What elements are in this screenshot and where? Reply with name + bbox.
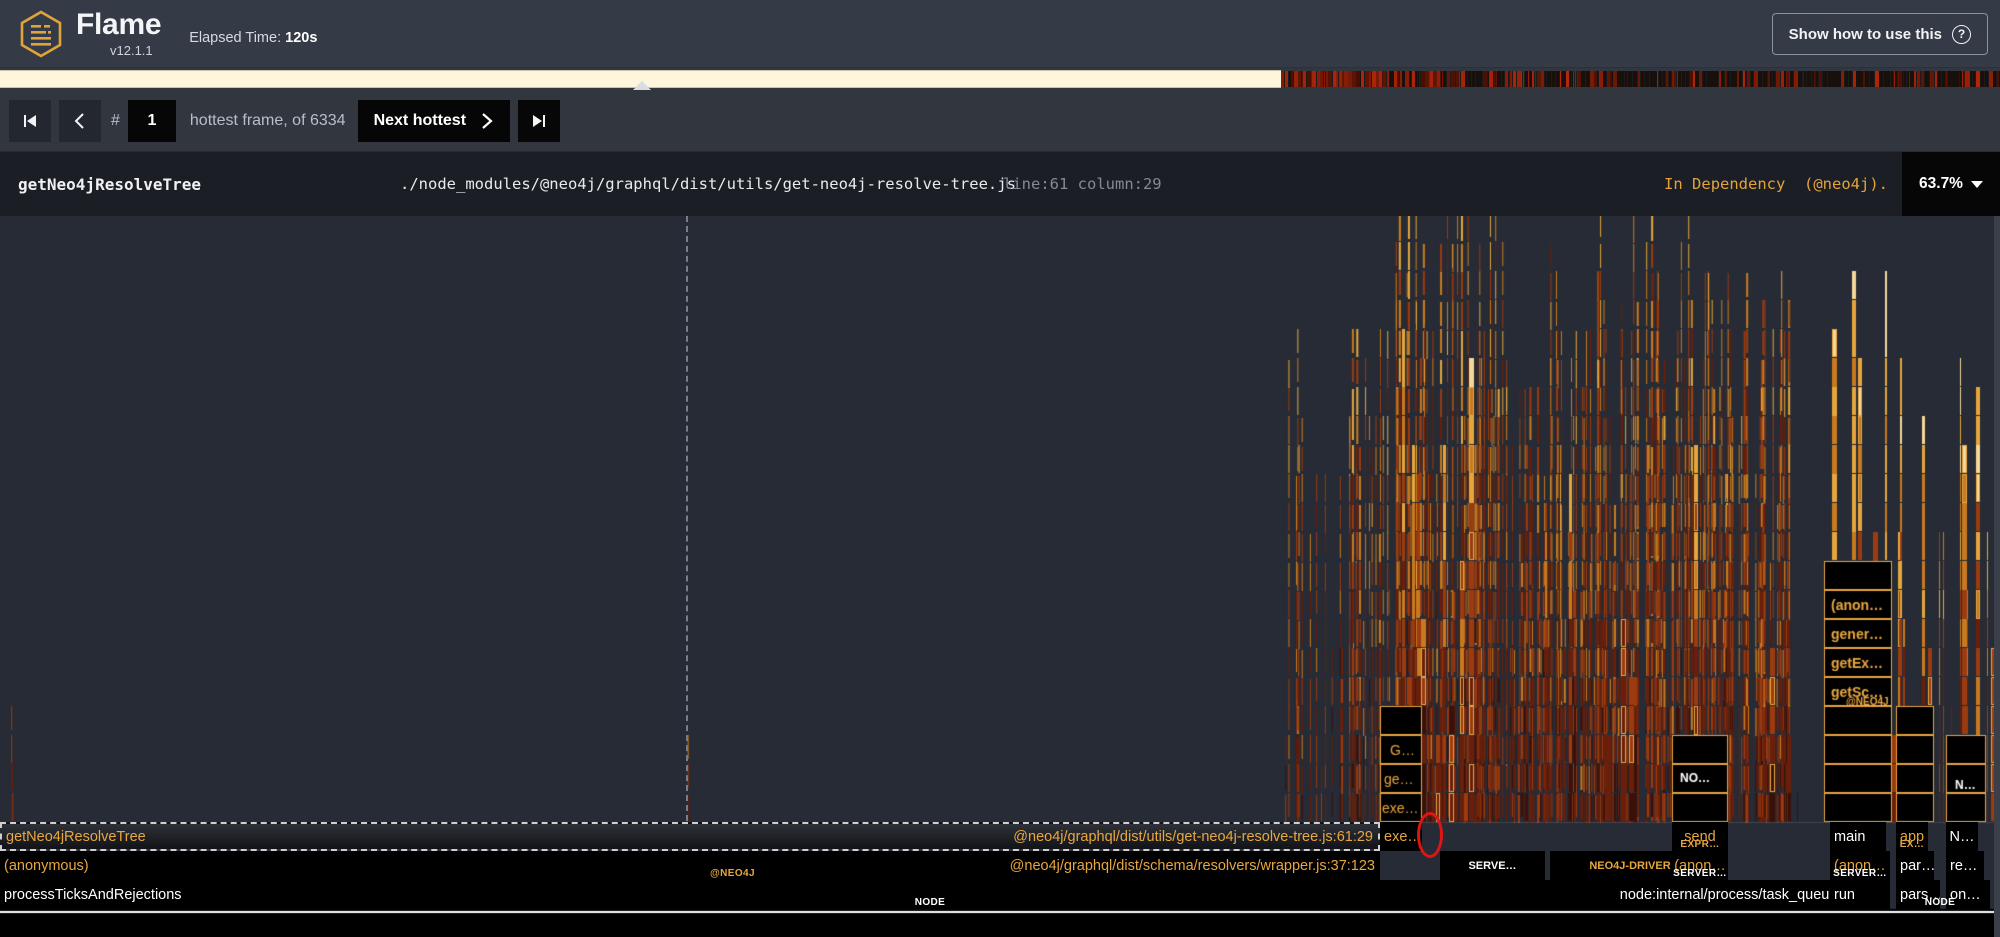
right-frame-label: SERVE… — [1468, 859, 1517, 872]
node-category-label: NODE — [914, 897, 946, 908]
elapsed-time: Elapsed Time: 120s — [189, 30, 317, 46]
frame-dependency-tag: In Dependency (@neo4j). — [1664, 175, 1888, 193]
right-frame-send[interactable]: send EXPR… — [1672, 822, 1728, 851]
elapsed-time-value: 120s — [285, 29, 318, 46]
right-frame-label: N… — [1949, 828, 1975, 845]
skip-to-first-svg — [24, 114, 36, 127]
process-ticks-label: processTicksAndRejections — [4, 886, 182, 903]
skip-to-last-icon[interactable] — [518, 99, 561, 142]
right-frame-anon-c[interactable]: (anon… SERVER… — [1830, 851, 1890, 880]
show-how-to-use-label: Show how to use this — [1788, 25, 1942, 43]
next-hottest-button[interactable]: Next hottest — [357, 99, 511, 142]
app-version: v12.1.1 — [110, 43, 153, 58]
minimap-position-caret-icon — [633, 81, 651, 90]
right-frame-serve[interactable]: SERVE… — [1440, 851, 1545, 880]
frame-category-label: SERVER… — [1673, 868, 1727, 879]
stack-row-selected: getNeo4jResolveTree @neo4j/graphql/dist/… — [0, 822, 2000, 851]
app-title: Flame — [76, 8, 162, 41]
frame-info-bar: getNeo4jResolveTree ./node_modules/@neo4… — [0, 152, 2000, 216]
flame-app: Flame v12.1.1 Elapsed Time: 120s Show ho… — [0, 0, 2000, 937]
frame-name: getNeo4jResolveTree — [18, 174, 202, 194]
frame-hash-label: # — [111, 111, 120, 129]
right-frame-label: re… — [1950, 857, 1978, 874]
frame-percent-dropdown[interactable]: 63.7% — [1902, 152, 2000, 216]
right-frame-re[interactable]: re… — [1946, 851, 1984, 880]
question-mark-circle-icon: ? — [1952, 24, 1971, 44]
node-category-label-right: NODE — [1924, 897, 1956, 908]
vertical-scrollbar[interactable] — [1994, 216, 2000, 937]
skip-to-last-svg — [533, 114, 546, 127]
flame-hex-logo-icon — [8, 9, 74, 58]
selected-frame-right-label: @neo4j/graphql/dist/utils/get-neo4j-reso… — [1013, 828, 1373, 845]
anonymous-frame-block[interactable]: (anonymous) @neo4j/graphql/dist/schema/r… — [0, 851, 1380, 880]
frame-category-label: SERVER… — [1833, 868, 1887, 879]
stack-row-anonymous: (anonymous) @neo4j/graphql/dist/schema/r… — [0, 851, 2000, 880]
skip-to-first-icon[interactable] — [9, 99, 51, 142]
chevron-left-icon[interactable] — [59, 99, 101, 142]
stack-row-process-ticks: processTicksAndRejections node:internal/… — [0, 880, 2000, 909]
elapsed-time-label: Elapsed Time: — [189, 29, 282, 46]
right-frame-n[interactable]: N… — [1946, 822, 1978, 851]
hottest-frame-count-label: hottest frame, of 6334 — [189, 111, 346, 129]
right-frame-label: NEO4J-DRIVER — [1589, 859, 1671, 872]
right-frame-exe-1[interactable]: exe… — [1380, 822, 1422, 851]
right-frame-run[interactable]: run — [1830, 880, 1886, 909]
selection-guideline — [686, 216, 688, 821]
flame-hex-logo-svg — [20, 9, 62, 58]
right-frame-main[interactable]: main — [1830, 822, 1886, 851]
brand-block: Flame v12.1.1 — [76, 8, 162, 58]
flame-graph[interactable]: getNeo4jResolveTree @neo4j/graphql/dist/… — [0, 216, 2000, 937]
app-header: Flame v12.1.1 Elapsed Time: 120s Show ho… — [0, 0, 2000, 68]
right-frame-label: run — [1834, 886, 1855, 903]
right-frame-label: main — [1834, 828, 1866, 845]
chevron-down-icon — [1970, 180, 1983, 188]
anonymous-frame-category: @NEO4J — [710, 868, 755, 879]
right-frame-anon-b[interactable]: (anon… SERVER… — [1672, 851, 1728, 880]
selected-frame-label: getNeo4jResolveTree — [6, 828, 146, 845]
frame-category-label: EX… — [1899, 839, 1925, 850]
right-frame-label: exe… — [1384, 828, 1422, 845]
frame-path: ./node_modules/@neo4j/graphql/dist/utils… — [400, 175, 1016, 193]
chevron-right-icon — [482, 112, 493, 129]
frame-navigation-toolbar: # 1 hottest frame, of 6334 Next hottest — [0, 90, 2000, 152]
red-ellipse-highlight — [1417, 812, 1443, 858]
frame-percent-value: 63.7% — [1919, 175, 1963, 192]
selected-frame-block[interactable]: getNeo4jResolveTree @neo4j/graphql/dist/… — [0, 822, 1380, 851]
show-how-to-use-button[interactable]: Show how to use this ? — [1771, 13, 1988, 55]
right-frame-label: par… — [1900, 857, 1934, 874]
right-frame-app[interactable]: app EX… — [1896, 822, 1928, 851]
next-hottest-label: Next hottest — [373, 111, 467, 129]
frame-location: line:61 column:29 — [1003, 175, 1162, 193]
right-frame-par[interactable]: par… — [1896, 851, 1934, 880]
minimap-heat-strip[interactable] — [1281, 71, 2000, 87]
chevron-left-svg — [74, 112, 84, 129]
timeline-minimap[interactable] — [0, 68, 2000, 90]
frame-index-input[interactable]: 1 — [127, 99, 176, 142]
frame-category-label: EXPR… — [1680, 839, 1720, 850]
